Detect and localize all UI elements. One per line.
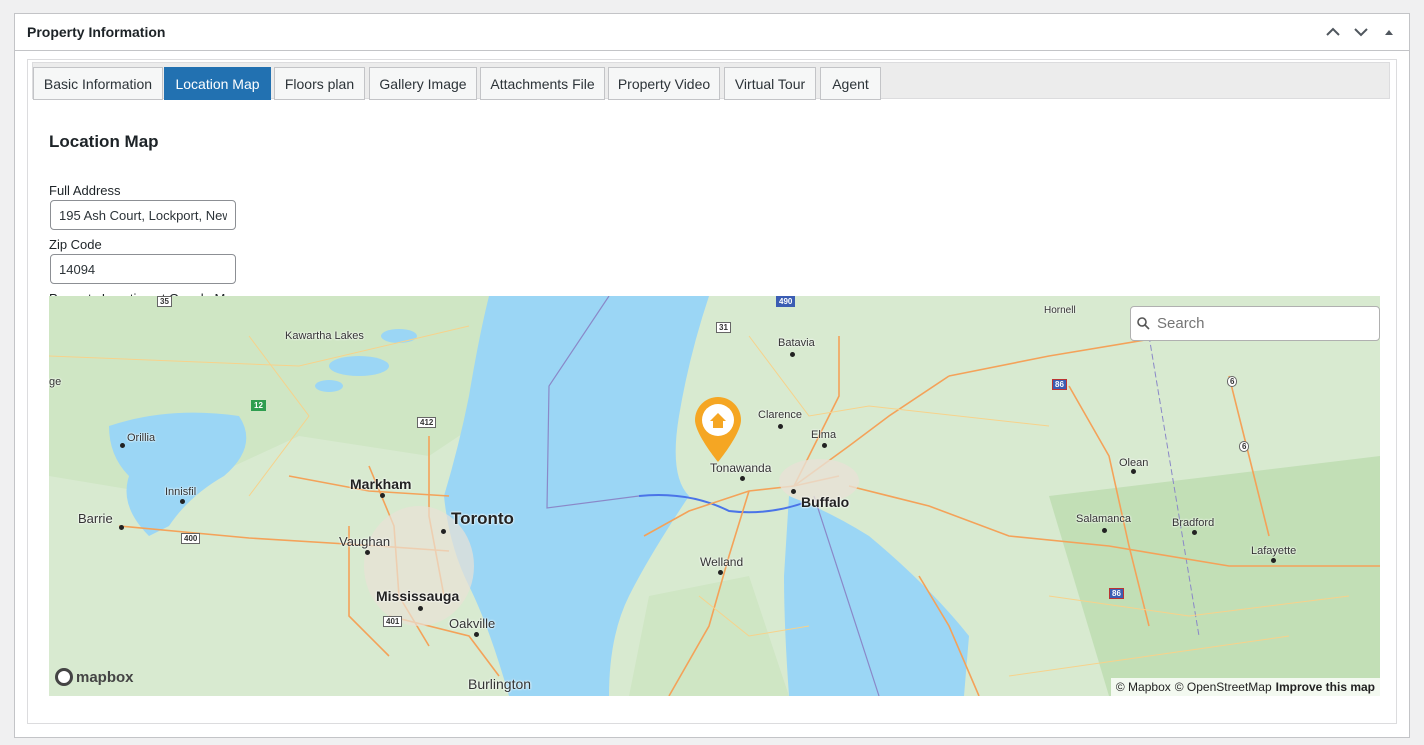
tabs-bar: Basic Information Location Map Floors pl… (32, 62, 1390, 100)
place-elma: Elma (811, 429, 837, 441)
place-oakville: Oakville (449, 616, 496, 631)
place-welland: Welland (700, 555, 744, 569)
location-map[interactable]: Kawartha Lakes Orillia Innisfil Barrie g… (49, 296, 1380, 696)
place-markham: Markham (350, 476, 412, 492)
improve-map-link[interactable]: Improve this map (1276, 680, 1375, 694)
tab-attachments-file[interactable]: Attachments File (480, 67, 605, 100)
zip-code-input[interactable] (50, 254, 236, 284)
place-vaughan: Vaughan (339, 534, 391, 549)
attrib-mapbox-link[interactable]: © Mapbox (1116, 680, 1171, 694)
map-search-input[interactable] (1153, 315, 1363, 332)
tab-floors-plan[interactable]: Floors plan (274, 67, 365, 100)
chevron-up-icon[interactable] (1319, 14, 1347, 50)
map-attribution: © Mapbox © OpenStreetMap Improve this ma… (1110, 678, 1380, 696)
place-clarence: Clarence (758, 409, 803, 421)
place-orillia: Orillia (127, 432, 156, 444)
mapbox-logo[interactable]: mapbox (55, 668, 134, 686)
route-shield: 31 (716, 322, 731, 333)
zip-code-label: Zip Code (49, 237, 102, 252)
route-shield: 400 (181, 533, 201, 544)
full-address-label: Full Address (49, 183, 121, 198)
attrib-osm-link[interactable]: © OpenStreetMap (1175, 680, 1272, 694)
mapbox-logo-icon (55, 668, 73, 686)
map-base-layer (49, 296, 1380, 696)
place-kawartha-lakes: Kawartha Lakes (285, 330, 364, 342)
place-burlington: Burlington (468, 676, 532, 692)
place-barrie: Barrie (78, 511, 113, 526)
search-icon (1137, 316, 1150, 330)
tab-gallery-image[interactable]: Gallery Image (369, 67, 477, 100)
chevron-down-icon[interactable] (1347, 14, 1375, 50)
metabox-inner: Basic Information Location Map Floors pl… (27, 59, 1397, 724)
map-search-box[interactable] (1130, 306, 1380, 341)
triangle-up-icon[interactable] (1375, 14, 1403, 50)
route-shield: 412 (417, 417, 437, 428)
place-toronto: Toronto (451, 509, 514, 528)
route-shield: 86 (1052, 379, 1067, 390)
place-bradford: Bradford (1172, 517, 1215, 529)
section-title: Location Map (49, 132, 159, 151)
route-shield: 12 (251, 400, 266, 411)
tab-basic-information[interactable]: Basic Information (33, 67, 163, 100)
tab-location-map[interactable]: Location Map (164, 67, 271, 100)
metabox-handle-actions (1319, 14, 1409, 50)
route-shield: 86 (1109, 588, 1124, 599)
place-buffalo: Buffalo (801, 494, 850, 510)
place-ge: ge (49, 376, 62, 388)
route-shield: 401 (383, 616, 403, 627)
metabox-header: Property Information (15, 14, 1409, 51)
property-location-marker[interactable] (693, 396, 743, 469)
mapbox-logo-text: mapbox (76, 668, 134, 686)
place-lafayette: Lafayette (1251, 545, 1297, 557)
place-salamanca: Salamanca (1076, 513, 1132, 525)
route-shield: 490 (776, 296, 796, 307)
place-batavia: Batavia (778, 337, 815, 349)
place-innisfil: Innisfil (165, 486, 197, 498)
metabox-title: Property Information (27, 24, 166, 40)
tab-virtual-tour[interactable]: Virtual Tour (724, 67, 816, 100)
tab-agent[interactable]: Agent (820, 67, 881, 100)
place-hornell: Hornell (1044, 305, 1076, 316)
tab-property-video[interactable]: Property Video (608, 67, 720, 100)
place-olean: Olean (1119, 457, 1149, 469)
route-shield: 35 (157, 296, 172, 307)
full-address-input[interactable] (50, 200, 236, 230)
place-mississauga: Mississauga (376, 588, 460, 604)
property-information-metabox: Property Information Basic Information L… (14, 13, 1410, 738)
